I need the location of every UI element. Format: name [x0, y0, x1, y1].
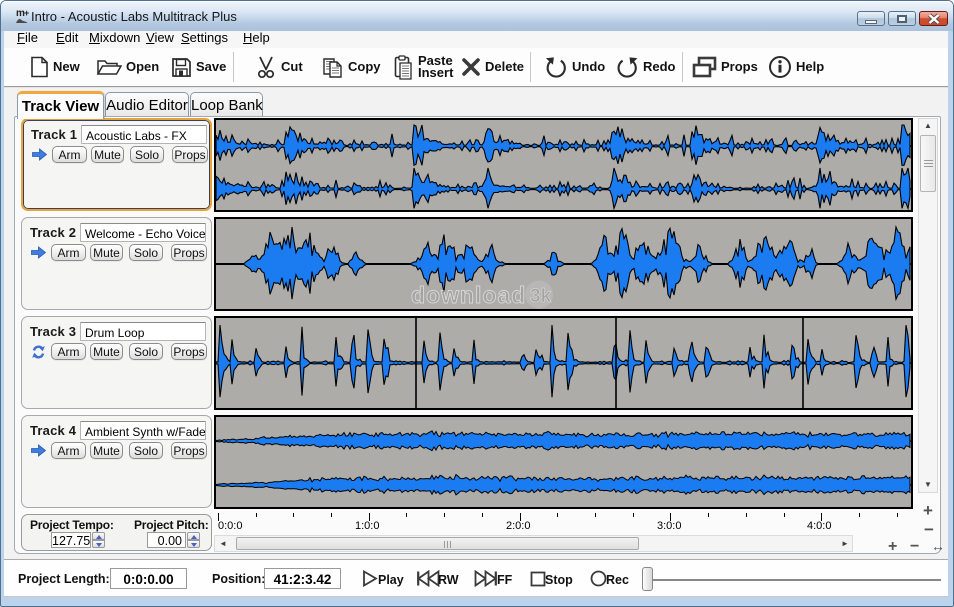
svg-text:download: download [411, 282, 526, 308]
svg-text:3k: 3k [530, 286, 552, 307]
svg-text:+: + [24, 8, 29, 18]
